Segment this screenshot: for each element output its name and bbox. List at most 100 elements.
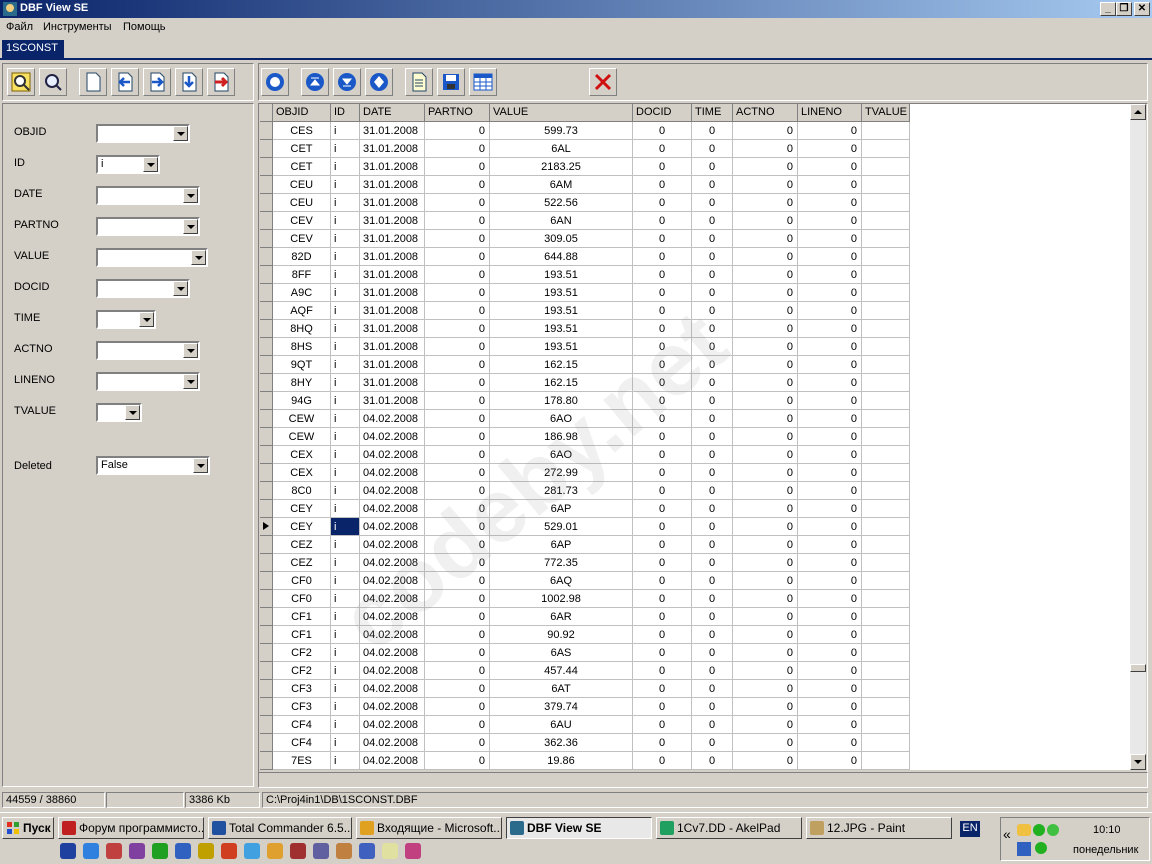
row-indicator[interactable] bbox=[260, 428, 273, 446]
cell-value[interactable]: 379.74 bbox=[490, 698, 633, 716]
scroll-thumb[interactable] bbox=[1130, 664, 1146, 672]
cell-lineno[interactable]: 0 bbox=[798, 734, 862, 752]
quick-launch-icon[interactable] bbox=[405, 843, 421, 859]
cell-value[interactable]: 272.99 bbox=[490, 464, 633, 482]
cell-docid[interactable]: 0 bbox=[633, 140, 692, 158]
cell-partno[interactable]: 0 bbox=[425, 644, 490, 662]
cell-date[interactable]: 31.01.2008 bbox=[360, 140, 425, 158]
cell-tvalue[interactable] bbox=[862, 680, 910, 698]
cell-tvalue[interactable] bbox=[862, 212, 910, 230]
cell-date[interactable]: 31.01.2008 bbox=[360, 302, 425, 320]
cell-lineno[interactable]: 0 bbox=[798, 302, 862, 320]
chevron-down-icon[interactable] bbox=[191, 250, 206, 265]
row-indicator[interactable] bbox=[260, 266, 273, 284]
cell-objid[interactable]: 94G bbox=[273, 392, 331, 410]
cell-tvalue[interactable] bbox=[862, 266, 910, 284]
cell-objid[interactable]: CF2 bbox=[273, 662, 331, 680]
cell-time[interactable]: 0 bbox=[692, 302, 733, 320]
cell-objid[interactable]: CF4 bbox=[273, 734, 331, 752]
cell-lineno[interactable]: 0 bbox=[798, 590, 862, 608]
cell-date[interactable]: 31.01.2008 bbox=[360, 338, 425, 356]
column-header-lineno[interactable]: LINENO bbox=[798, 104, 862, 122]
cell-date[interactable]: 04.02.2008 bbox=[360, 410, 425, 428]
cell-docid[interactable]: 0 bbox=[633, 590, 692, 608]
cell-tvalue[interactable] bbox=[862, 284, 910, 302]
cell-time[interactable]: 0 bbox=[692, 698, 733, 716]
cell-id[interactable]: i bbox=[331, 644, 360, 662]
cell-docid[interactable]: 0 bbox=[633, 266, 692, 284]
cell-date[interactable]: 04.02.2008 bbox=[360, 626, 425, 644]
first-record-button[interactable] bbox=[301, 68, 329, 96]
cell-actno[interactable]: 0 bbox=[733, 356, 798, 374]
cell-date[interactable]: 31.01.2008 bbox=[360, 320, 425, 338]
cell-id[interactable]: i bbox=[331, 122, 360, 140]
cell-actno[interactable]: 0 bbox=[733, 590, 798, 608]
cell-objid[interactable]: CEZ bbox=[273, 554, 331, 572]
cell-docid[interactable]: 0 bbox=[633, 356, 692, 374]
cell-partno[interactable]: 0 bbox=[425, 572, 490, 590]
cell-partno[interactable]: 0 bbox=[425, 554, 490, 572]
cell-partno[interactable]: 0 bbox=[425, 446, 490, 464]
row-indicator[interactable] bbox=[260, 716, 273, 734]
cell-lineno[interactable]: 0 bbox=[798, 248, 862, 266]
cell-date[interactable]: 31.01.2008 bbox=[360, 212, 425, 230]
quick-launch-icon[interactable] bbox=[175, 843, 191, 859]
cell-id[interactable]: i bbox=[331, 662, 360, 680]
tray-expand-icon[interactable]: « bbox=[1003, 826, 1011, 842]
doc-right-button[interactable] bbox=[143, 68, 171, 96]
cell-partno[interactable]: 0 bbox=[425, 662, 490, 680]
cell-id[interactable]: i bbox=[331, 392, 360, 410]
cell-id[interactable]: i bbox=[331, 500, 360, 518]
cell-value[interactable]: 6AR bbox=[490, 608, 633, 626]
cell-id[interactable]: i bbox=[331, 716, 360, 734]
cell-objid[interactable]: CF2 bbox=[273, 644, 331, 662]
cell-value[interactable]: 6AO bbox=[490, 446, 633, 464]
cell-docid[interactable]: 0 bbox=[633, 536, 692, 554]
cell-id[interactable]: i bbox=[331, 194, 360, 212]
cell-time[interactable]: 0 bbox=[692, 716, 733, 734]
cell-actno[interactable]: 0 bbox=[733, 158, 798, 176]
cell-objid[interactable]: 8FF bbox=[273, 266, 331, 284]
cell-time[interactable]: 0 bbox=[692, 284, 733, 302]
tray-status-icon[interactable] bbox=[1033, 824, 1045, 836]
scroll-up-button[interactable] bbox=[1130, 104, 1146, 120]
cell-actno[interactable]: 0 bbox=[733, 140, 798, 158]
cell-time[interactable]: 0 bbox=[692, 392, 733, 410]
task-button[interactable]: 12.JPG - Paint bbox=[806, 817, 952, 839]
cell-docid[interactable]: 0 bbox=[633, 212, 692, 230]
cell-time[interactable]: 0 bbox=[692, 590, 733, 608]
chevron-down-icon[interactable] bbox=[139, 312, 154, 327]
chevron-down-icon[interactable] bbox=[183, 374, 198, 389]
cell-time[interactable]: 0 bbox=[692, 140, 733, 158]
column-header-tvalue[interactable]: TVALUE bbox=[862, 104, 910, 122]
cell-date[interactable]: 31.01.2008 bbox=[360, 158, 425, 176]
tray-icq-icon[interactable] bbox=[1035, 842, 1047, 854]
cell-date[interactable]: 04.02.2008 bbox=[360, 464, 425, 482]
cell-docid[interactable]: 0 bbox=[633, 752, 692, 770]
cell-docid[interactable]: 0 bbox=[633, 176, 692, 194]
cell-actno[interactable]: 0 bbox=[733, 374, 798, 392]
row-indicator[interactable] bbox=[260, 626, 273, 644]
cell-lineno[interactable]: 0 bbox=[798, 464, 862, 482]
filter-combo-actno[interactable] bbox=[96, 341, 200, 360]
cell-lineno[interactable]: 0 bbox=[798, 536, 862, 554]
cell-time[interactable]: 0 bbox=[692, 410, 733, 428]
new-doc-button[interactable] bbox=[79, 68, 107, 96]
cell-tvalue[interactable] bbox=[862, 698, 910, 716]
cell-lineno[interactable]: 0 bbox=[798, 572, 862, 590]
cell-value[interactable]: 193.51 bbox=[490, 284, 633, 302]
cell-time[interactable]: 0 bbox=[692, 266, 733, 284]
row-indicator[interactable] bbox=[260, 734, 273, 752]
filter-combo-tvalue[interactable] bbox=[96, 403, 142, 422]
cell-value[interactable]: 6AP bbox=[490, 500, 633, 518]
cell-actno[interactable]: 0 bbox=[733, 302, 798, 320]
restore-button[interactable]: ❐ bbox=[1116, 2, 1132, 16]
cell-objid[interactable]: CEU bbox=[273, 176, 331, 194]
cell-value[interactable]: 457.44 bbox=[490, 662, 633, 680]
cell-partno[interactable]: 0 bbox=[425, 626, 490, 644]
cell-docid[interactable]: 0 bbox=[633, 500, 692, 518]
cell-partno[interactable]: 0 bbox=[425, 500, 490, 518]
cell-actno[interactable]: 0 bbox=[733, 194, 798, 212]
cell-docid[interactable]: 0 bbox=[633, 482, 692, 500]
cell-date[interactable]: 04.02.2008 bbox=[360, 518, 425, 536]
